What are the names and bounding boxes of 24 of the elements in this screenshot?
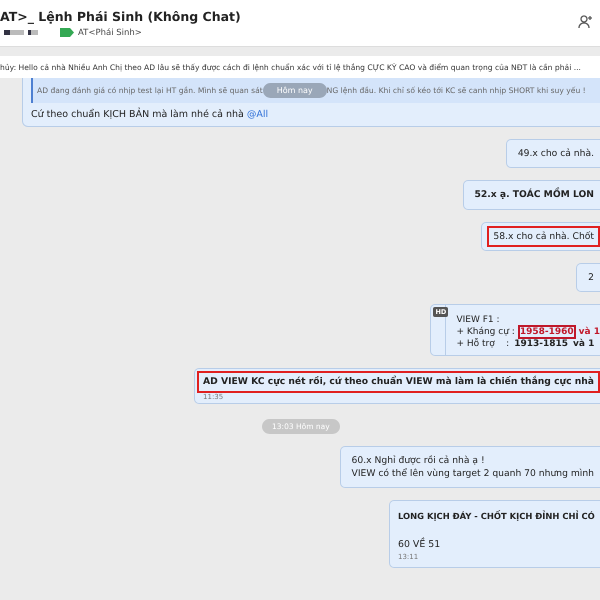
message-text: 58.x cho cả nhà. Chốt <box>487 226 600 248</box>
add-member-icon[interactable] <box>578 14 594 30</box>
chat-title: AT>_ Lệnh Phái Sinh (Không Chat) <box>0 8 241 24</box>
tag-icon <box>60 28 74 37</box>
message-text: 49.x cho cả nhà. <box>516 147 595 161</box>
message-text: AD VIEW KC cực nét rồi, cứ theo chuẩn VIEW mà làm là chiến thắng cực nhà <box>197 371 600 393</box>
message-text: 60 VỀ 51 <box>398 539 442 550</box>
message-text: VIEW F1 : <box>456 315 501 326</box>
date-pill: Hôm nay <box>262 83 327 98</box>
group-tag: AT<Phái Sinh> <box>78 28 142 38</box>
message-text: 52.x ạ. TOÁC MỒM LON <box>474 186 595 202</box>
message-text: 60.x Nghỉ được rồi cả nhà ạ ! VIEW có thể lên vùng target 2 quanh 70 nhưng mình <box>350 454 595 482</box>
mention-link[interactable]: @All <box>246 109 268 120</box>
level-value: 1913-1815 <box>513 338 570 352</box>
level-value: và 1 <box>573 339 594 350</box>
level-label: + Kháng cự : <box>456 327 515 338</box>
level-label: + Hỗ trợ : <box>456 339 510 350</box>
redacted-block <box>28 30 38 35</box>
message-title: LONG KỊCH ĐÁY - CHỐT KỊCH ĐỈNH CHỈ CÓ <box>398 511 596 522</box>
message-text: 2 <box>587 271 595 286</box>
level-value: và 1 <box>578 327 600 338</box>
redacted-block <box>4 30 24 35</box>
level-value: 1958-1960 <box>518 325 576 340</box>
message-text: Cứ theo chuẩn KỊCH BẢN mà làm nhé cả nhà @All <box>31 109 270 120</box>
